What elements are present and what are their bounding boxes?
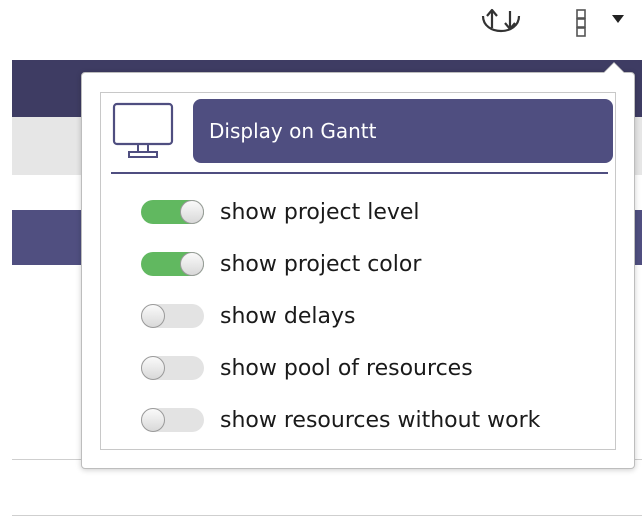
option-label: show delays [220, 303, 356, 329]
toggle-switch[interactable] [141, 356, 204, 380]
display-on-gantt-button[interactable]: Display on Gantt [193, 99, 613, 163]
toggle-switch[interactable] [141, 408, 204, 432]
toggle-knob [141, 408, 165, 432]
popover-arrow [603, 62, 625, 73]
sync-icon[interactable] [478, 6, 524, 42]
monitor-icon [112, 102, 174, 158]
option-show-resources-without-work[interactable]: show resources without work [141, 400, 540, 440]
toggle-switch[interactable] [141, 304, 204, 328]
option-show-delays[interactable]: show delays [141, 296, 355, 336]
toggle-knob [141, 356, 165, 380]
toggle-knob [141, 304, 165, 328]
option-show-pool-of-resources[interactable]: show pool of resources [141, 348, 473, 388]
toggle-knob [180, 200, 204, 224]
option-show-project-level[interactable]: show project level [141, 192, 420, 232]
toggle-knob [180, 252, 204, 276]
option-label: show project color [220, 251, 422, 277]
display-settings-panel: Display on Gantt show project level show… [100, 92, 616, 450]
toolbar [0, 0, 642, 60]
toggle-switch[interactable] [141, 200, 204, 224]
dropdown-caret-icon[interactable] [609, 12, 627, 26]
header-divider [111, 172, 608, 174]
toggle-switch[interactable] [141, 252, 204, 276]
option-label: show resources without work [220, 407, 541, 433]
display-settings-popover: Display on Gantt show project level show… [81, 62, 635, 469]
divider [12, 515, 642, 516]
columns-icon[interactable] [572, 8, 590, 38]
option-label: show pool of resources [220, 355, 473, 381]
option-show-project-color[interactable]: show project color [141, 244, 421, 284]
option-label: show project level [220, 199, 420, 225]
